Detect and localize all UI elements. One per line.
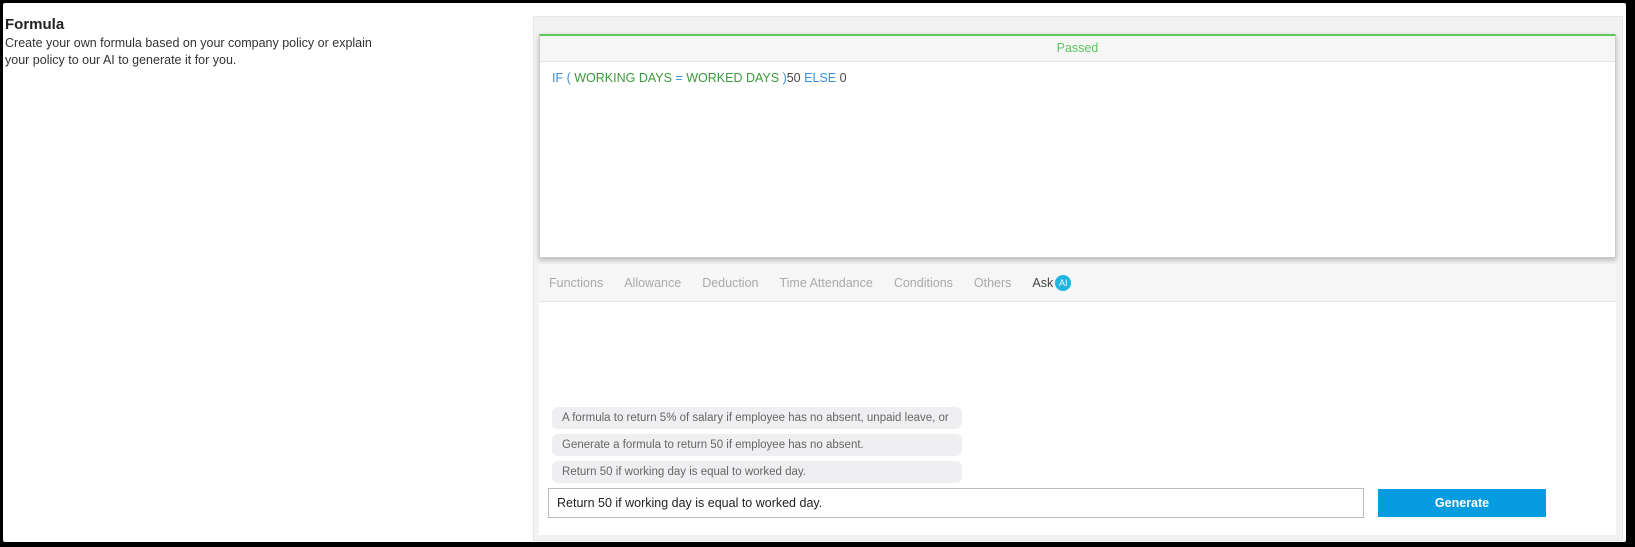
tab-conditions[interactable]: Conditions (894, 276, 953, 290)
formula-tabs: Functions Allowance Deduction Time Atten… (539, 264, 1616, 302)
window: Formula Create your own formula based on… (3, 3, 1626, 542)
formula-code[interactable]: IF ( WORKING DAYS = WORKED DAYS )50 ELSE… (540, 62, 1615, 94)
validation-status: Passed (540, 36, 1615, 62)
section-title: Formula (5, 16, 65, 33)
tab-ask-ai[interactable]: Ask AI (1032, 274, 1072, 291)
tab-deduction[interactable]: Deduction (702, 276, 758, 290)
section-description-line2: your policy to our AI to generate it for… (5, 53, 237, 67)
suggestion-chip[interactable]: Return 50 if working day is equal to wor… (552, 461, 962, 483)
ai-badge-icon: AI (1055, 274, 1072, 291)
token-else: ELSE (804, 71, 837, 85)
token-working-days: WORKING DAYS (574, 71, 672, 85)
formula-panel: Passed IF ( WORKING DAYS = WORKED DAYS )… (533, 16, 1623, 541)
token-open-paren: ( (566, 71, 571, 85)
ai-prompt-input[interactable] (548, 488, 1364, 518)
tab-ask-label: Ask (1032, 275, 1054, 290)
suggestion-chip[interactable]: Generate a formula to return 50 if emplo… (552, 434, 962, 456)
token-value: 50 (786, 71, 801, 85)
generate-button[interactable]: Generate (1378, 489, 1546, 517)
formula-editor[interactable]: Passed IF ( WORKING DAYS = WORKED DAYS )… (539, 34, 1616, 258)
token-if: IF (552, 71, 564, 85)
tab-time-attendance[interactable]: Time Attendance (779, 276, 872, 290)
tab-functions[interactable]: Functions (549, 276, 603, 290)
tab-allowance[interactable]: Allowance (624, 276, 681, 290)
token-worked-days: WORKED DAYS (686, 71, 780, 85)
formula-section-header: Formula Create your own formula based on… (5, 15, 405, 69)
token-else-value: 0 (839, 71, 847, 85)
section-description-line1: Create your own formula based on your co… (5, 36, 372, 50)
suggestion-chip[interactable]: A formula to return 5% of salary if empl… (552, 407, 962, 446)
tab-others[interactable]: Others (974, 276, 1012, 290)
token-equals: = (675, 71, 683, 85)
ask-ai-panel: A formula to return 5% of salary if empl… (539, 302, 1616, 535)
